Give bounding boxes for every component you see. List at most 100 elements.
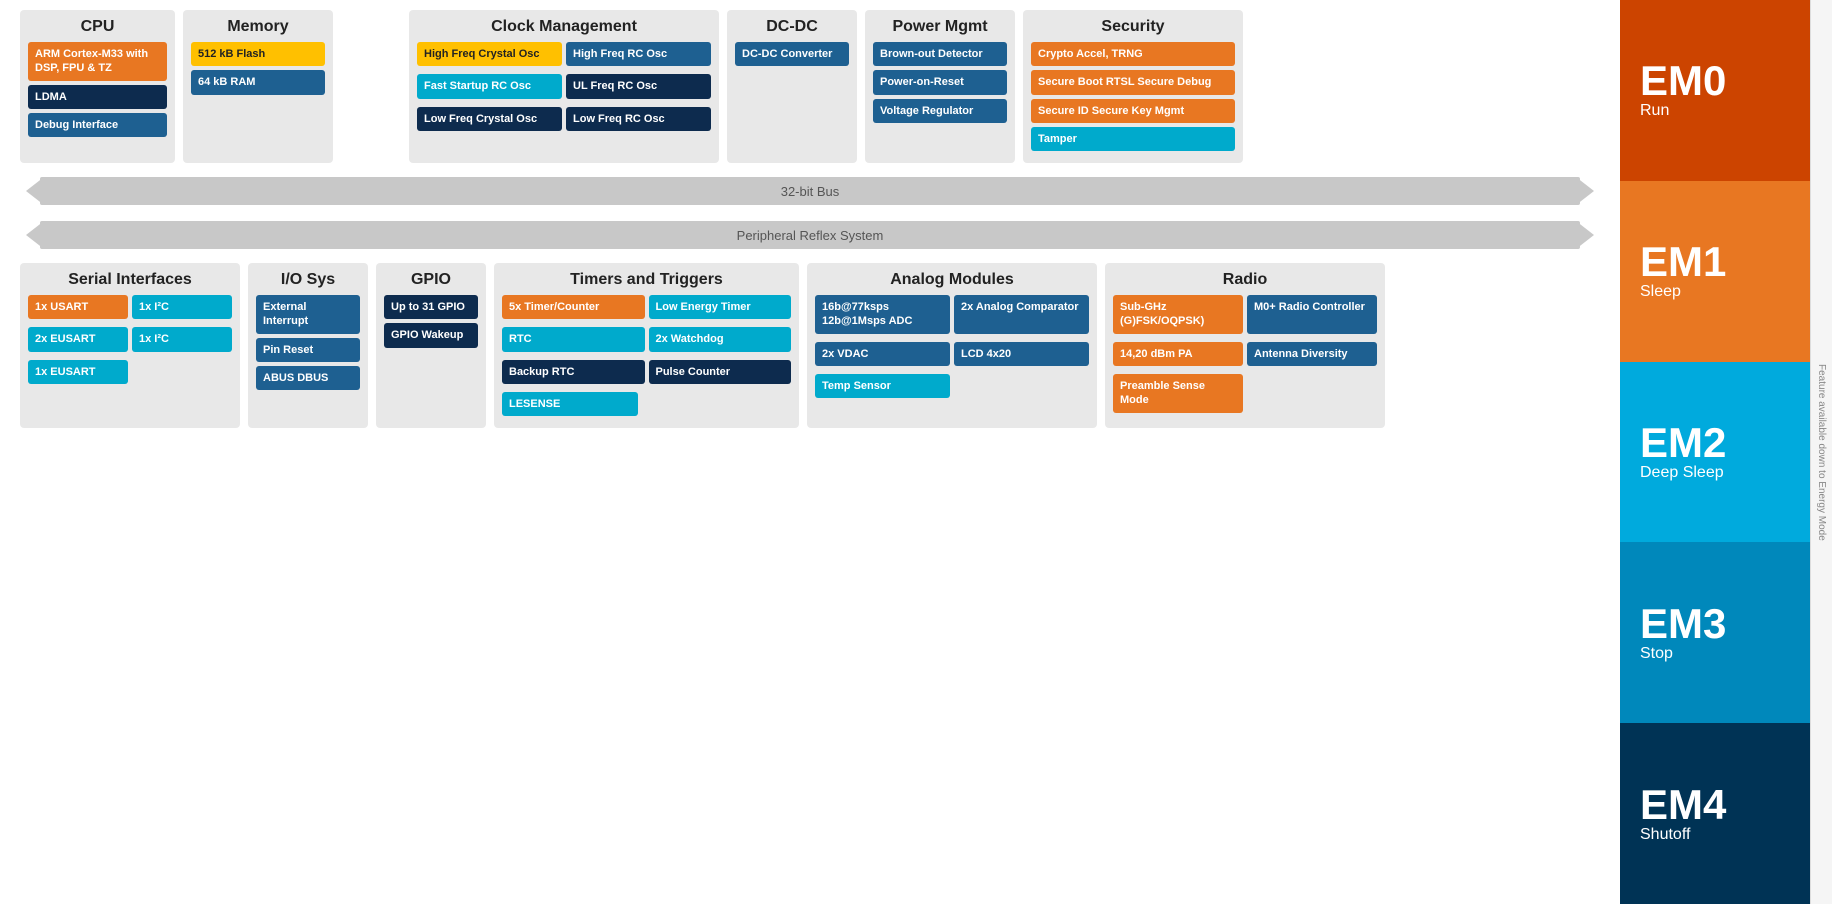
bottom-row: Serial Interfaces 1x USART 1x I²C 2x EUS… — [10, 263, 1610, 428]
flash-block: 512 kB Flash — [191, 42, 325, 66]
clock-section: Clock Management High Freq Crystal Osc H… — [409, 10, 719, 163]
timer-counter-block: 5x Timer/Counter — [502, 295, 645, 319]
m0-radio-block: M0+ Radio Controller — [1247, 295, 1377, 334]
vdac-block: 2x VDAC — [815, 342, 950, 366]
cpu-title: CPU — [28, 18, 167, 36]
em2-item: EM2 Deep Sleep — [1620, 362, 1832, 543]
em0-item: EM0 Run — [1620, 0, 1832, 181]
crypto-block: Crypto Accel, TRNG — [1031, 42, 1235, 66]
sidebar-inner: EM0 Run EM1 Sleep EM2 Deep Sleep EM3 Sto… — [1620, 0, 1832, 904]
radio-title: Radio — [1113, 271, 1377, 289]
bus-prs-label: Peripheral Reflex System — [737, 228, 884, 243]
lf-rc-block: Low Freq RC Osc — [566, 107, 711, 131]
rtc-block: RTC — [502, 327, 645, 351]
prs-arrow-right — [1576, 221, 1594, 249]
dcdc-title: DC-DC — [735, 18, 849, 36]
dcdc-section: DC-DC DC-DC Converter — [727, 10, 857, 163]
subghz-block: Sub-GHz (G)FSK/OQPSK) — [1113, 295, 1243, 334]
ios-title: I/O Sys — [256, 271, 360, 289]
lcd-block: LCD 4x20 — [954, 342, 1089, 366]
sidebar: EM0 Run EM1 Sleep EM2 Deep Sleep EM3 Sto… — [1620, 0, 1832, 904]
bus32-arrow-right — [1576, 177, 1594, 205]
ext-interrupt-block: External Interrupt — [256, 295, 360, 334]
radio-grid: Sub-GHz (G)FSK/OQPSK) M0+ Radio Controll… — [1113, 295, 1377, 416]
analog-grid: 16b@77ksps 12b@1Msps ADC 2x Analog Compa… — [815, 295, 1089, 402]
dcdc-converter-block: DC-DC Converter — [735, 42, 849, 66]
cpu-ldma-block: LDMA — [28, 85, 167, 109]
usart-block: 1x USART — [28, 295, 128, 319]
spacer1 — [341, 10, 401, 163]
serial-grid: 1x USART 1x I²C 2x EUSART 1x I²C 1x EUSA… — [28, 295, 232, 388]
ram-block: 64 kB RAM — [191, 70, 325, 94]
low-energy-timer-block: Low Energy Timer — [649, 295, 792, 319]
em4-label: Shutoff — [1640, 826, 1690, 844]
bus-32-label: 32-bit Bus — [781, 184, 840, 199]
secure-id-block: Secure ID Secure Key Mgmt — [1031, 99, 1235, 123]
radio-section: Radio Sub-GHz (G)FSK/OQPSK) M0+ Radio Co… — [1105, 263, 1385, 428]
em1-number: EM1 — [1640, 241, 1726, 283]
lf-crystal-block: Low Freq Crystal Osc — [417, 107, 562, 131]
secure-boot-block: Secure Boot RTSL Secure Debug — [1031, 70, 1235, 94]
em2-label: Deep Sleep — [1640, 464, 1724, 482]
security-section: Security Crypto Accel, TRNG Secure Boot … — [1023, 10, 1243, 163]
gpio-section: GPIO Up to 31 GPIO GPIO Wakeup — [376, 263, 486, 428]
main-content: CPU ARM Cortex-M33 with DSP, FPU & TZ LD… — [0, 0, 1620, 904]
em2-number: EM2 — [1640, 422, 1726, 464]
timers-title: Timers and Triggers — [502, 271, 791, 289]
analog-title: Analog Modules — [815, 271, 1089, 289]
cpu-section: CPU ARM Cortex-M33 with DSP, FPU & TZ LD… — [20, 10, 175, 163]
bus32-arrow-left — [26, 177, 44, 205]
fast-startup-block: Fast Startup RC Osc — [417, 74, 562, 98]
prs-arrow-left — [26, 221, 44, 249]
brownout-block: Brown-out Detector — [873, 42, 1007, 66]
ul-freq-block: UL Freq RC Osc — [566, 74, 711, 98]
clock-grid: High Freq Crystal Osc High Freq RC Osc F… — [417, 42, 711, 135]
comparator-block: 2x Analog Comparator — [954, 295, 1089, 334]
cpu-arm-block: ARM Cortex-M33 with DSP, FPU & TZ — [28, 42, 167, 81]
em0-number: EM0 — [1640, 60, 1726, 102]
gpio-title: GPIO — [384, 271, 478, 289]
lesense-block: LESENSE — [502, 392, 638, 416]
em4-number: EM4 — [1640, 784, 1726, 826]
analog-section: Analog Modules 16b@77ksps 12b@1Msps ADC … — [807, 263, 1097, 428]
security-title: Security — [1031, 18, 1235, 36]
i2c-1-block: 1x I²C — [132, 295, 232, 319]
serial-section: Serial Interfaces 1x USART 1x I²C 2x EUS… — [20, 263, 240, 428]
serial-title: Serial Interfaces — [28, 271, 232, 289]
gpio-31-block: Up to 31 GPIO — [384, 295, 478, 319]
voltage-reg-block: Voltage Regulator — [873, 99, 1007, 123]
memory-section: Memory 512 kB Flash 64 kB RAM — [183, 10, 333, 163]
em1-item: EM1 Sleep — [1620, 181, 1832, 362]
tamper-block: Tamper — [1031, 127, 1235, 151]
preamble-block: Preamble Sense Mode — [1113, 374, 1243, 413]
em4-item: EM4 Shutoff — [1620, 723, 1832, 904]
em0-label: Run — [1640, 102, 1669, 120]
power-section: Power Mgmt Brown-out Detector Power-on-R… — [865, 10, 1015, 163]
ios-section: I/O Sys External Interrupt Pin Reset ABU… — [248, 263, 368, 428]
cpu-debug-block: Debug Interface — [28, 113, 167, 137]
eusart-2-block: 2x EUSART — [28, 327, 128, 351]
bus-section: 32-bit Bus Peripheral Reflex System — [20, 169, 1600, 259]
feature-label: Feature available down to Energy Mode — [1810, 0, 1832, 904]
bus-prs-bar: Peripheral Reflex System — [40, 221, 1580, 249]
i2c-2-block: 1x I²C — [132, 327, 232, 351]
pa-block: 14,20 dBm PA — [1113, 342, 1243, 366]
temp-sensor-block: Temp Sensor — [815, 374, 950, 398]
em1-label: Sleep — [1640, 283, 1681, 301]
hf-rc-block: High Freq RC Osc — [566, 42, 711, 66]
eusart-1-block: 1x EUSART — [28, 360, 128, 384]
antenna-block: Antenna Diversity — [1247, 342, 1377, 366]
power-title: Power Mgmt — [873, 18, 1007, 36]
em3-item: EM3 Stop — [1620, 542, 1832, 723]
watchdog-block: 2x Watchdog — [649, 327, 792, 351]
top-row: CPU ARM Cortex-M33 with DSP, FPU & TZ LD… — [10, 10, 1610, 163]
abus-block: ABUS DBUS — [256, 366, 360, 390]
hf-crystal-block: High Freq Crystal Osc — [417, 42, 562, 66]
gpio-wakeup-block: GPIO Wakeup — [384, 323, 478, 347]
em3-label: Stop — [1640, 645, 1673, 663]
power-on-reset-block: Power-on-Reset — [873, 70, 1007, 94]
adc-block: 16b@77ksps 12b@1Msps ADC — [815, 295, 950, 334]
pulse-counter-block: Pulse Counter — [649, 360, 792, 384]
pin-reset-block: Pin Reset — [256, 338, 360, 362]
backup-rtc-block: Backup RTC — [502, 360, 645, 384]
